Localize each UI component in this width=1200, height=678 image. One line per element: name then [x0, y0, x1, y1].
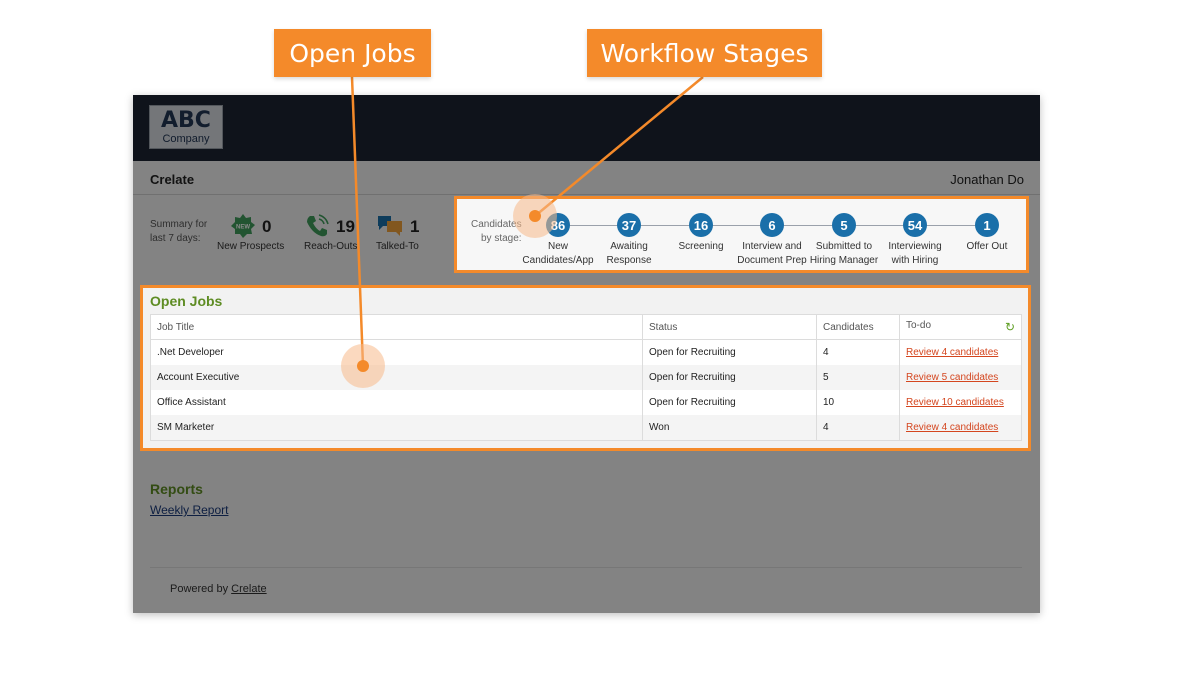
new-prospects-count: 0 — [262, 217, 272, 236]
new-prospects-label: New Prospects — [217, 241, 285, 252]
app-window: ABC Company Crelate Jonathan Do Summary … — [133, 95, 1040, 613]
phone-icon — [307, 214, 329, 237]
workflow-stages-callout: Workflow Stages — [587, 29, 822, 77]
new-badge-icon: NEW — [231, 214, 255, 238]
chat-bubbles-icon — [378, 216, 402, 236]
summary-label: Summary for last 7 days: — [150, 218, 207, 246]
summary-label-line2: last 7 days: — [150, 233, 201, 244]
talked-to-count: 1 — [410, 217, 420, 236]
new-badge-text: NEW — [236, 225, 250, 231]
footer-divider — [150, 567, 1022, 568]
reach-outs-count: 19 — [336, 217, 355, 236]
footer: Powered by Crelate — [170, 583, 267, 595]
top-bar: ABC Company — [133, 95, 1040, 161]
footer-prefix: Powered by — [170, 583, 229, 595]
user-menu[interactable]: Jonathan Do — [950, 172, 1024, 187]
logo-text: ABC — [161, 108, 211, 133]
app-title: Crelate — [150, 172, 195, 187]
weekly-report-link[interactable]: Weekly Report — [150, 503, 228, 517]
talked-to-label: Talked-To — [376, 241, 419, 252]
open-jobs-highlight-frame — [140, 285, 1031, 451]
reach-outs-label: Reach-Outs — [304, 241, 358, 252]
open-jobs-callout: Open Jobs — [274, 29, 431, 77]
reports-title: Reports — [150, 481, 203, 497]
crelate-footer-link[interactable]: Crelate — [231, 583, 266, 595]
workflow-highlight-frame — [454, 196, 1029, 273]
summary-label-line1: Summary for — [150, 219, 208, 230]
company-logo[interactable]: ABC Company — [149, 105, 223, 149]
header-divider — [133, 194, 1040, 195]
logo-subtext: Company — [162, 133, 210, 145]
